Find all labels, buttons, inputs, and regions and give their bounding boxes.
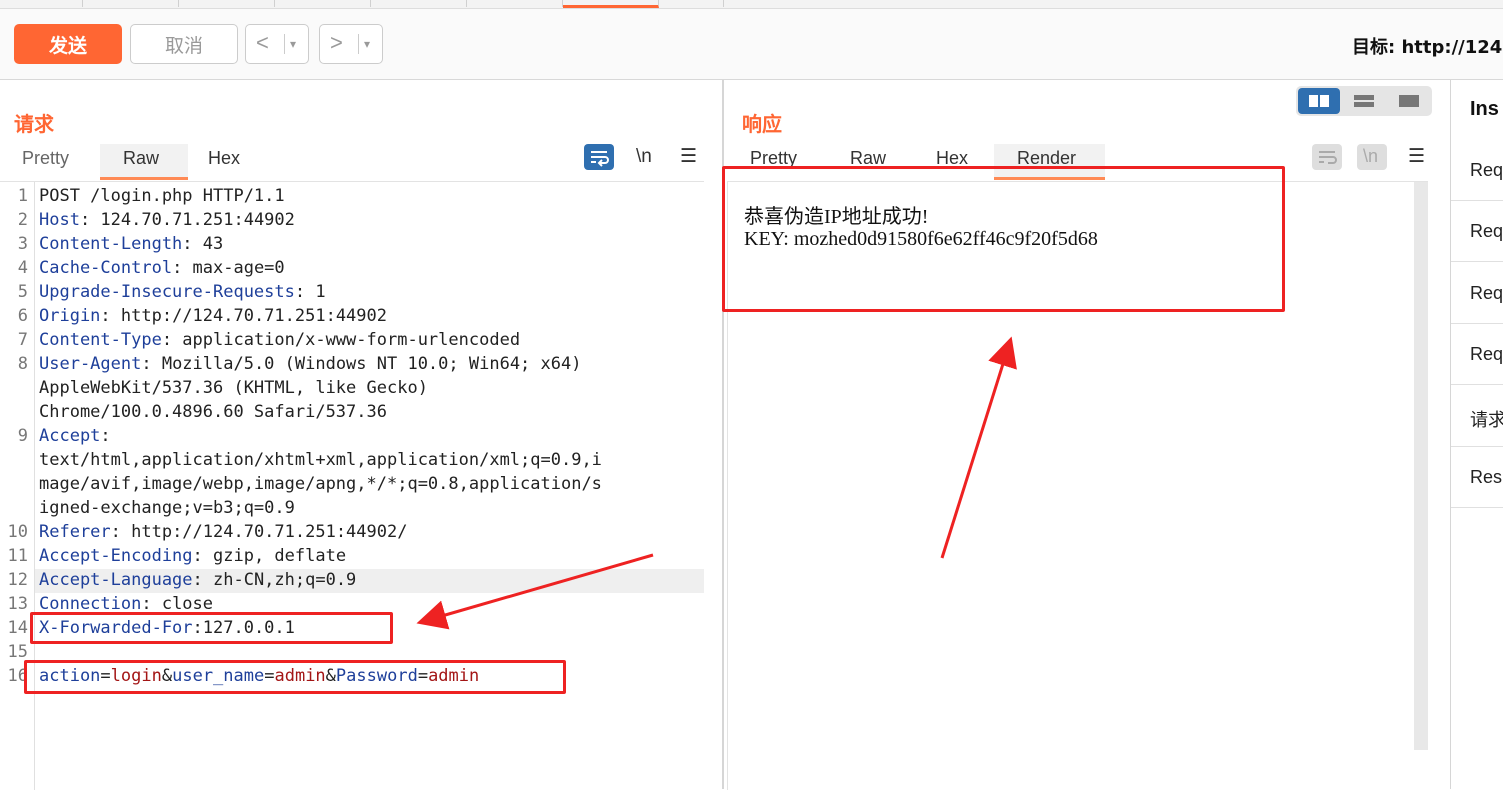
annotation-arrows [416, 336, 1017, 630]
arrow-to-result [940, 336, 1017, 559]
arrow-to-xff [416, 553, 654, 630]
